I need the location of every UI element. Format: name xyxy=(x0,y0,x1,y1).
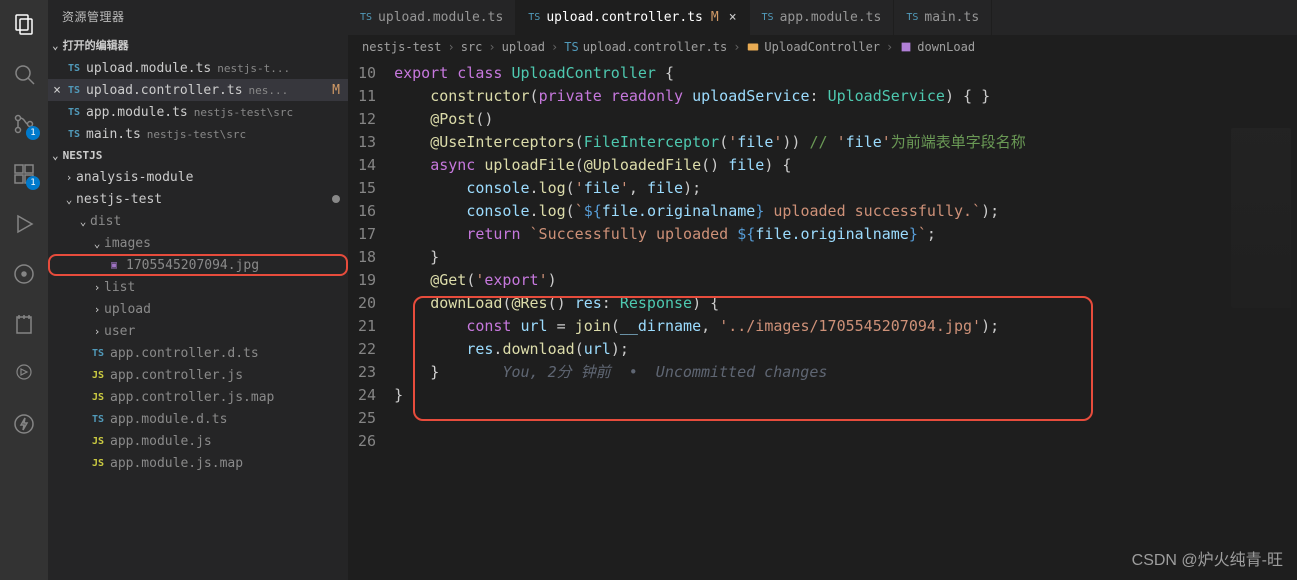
ts-icon: TS xyxy=(762,12,774,23)
code-editor[interactable]: 1011121314151617181920212223242526 expor… xyxy=(348,58,1297,580)
folder-item[interactable]: ⌄images xyxy=(48,232,348,254)
open-editor-item[interactable]: TSapp.module.tsnestjs-test\src xyxy=(48,101,348,123)
file-item[interactable]: JSapp.controller.js.map xyxy=(48,386,348,408)
ts-icon: TS xyxy=(66,60,82,76)
bolt-icon[interactable] xyxy=(10,410,38,438)
activity-bar: 1 1 xyxy=(0,0,48,580)
file-item[interactable]: ▣1705545207094.jpg xyxy=(48,254,348,276)
source-control-icon[interactable]: 1 xyxy=(10,110,38,138)
explorer-icon[interactable] xyxy=(10,10,38,38)
minimap[interactable] xyxy=(1231,128,1291,308)
folder-item[interactable]: ⌄dist xyxy=(48,210,348,232)
editor-area: TSupload.module.tsTSupload.controller.ts… xyxy=(348,0,1297,580)
file-item[interactable]: JSapp.module.js.map xyxy=(48,452,348,474)
open-editor-item[interactable]: ×TSupload.controller.tsnes...M xyxy=(48,79,348,101)
folder-item[interactable]: ›list xyxy=(48,276,348,298)
editor-tab[interactable]: TSapp.module.ts xyxy=(750,0,895,35)
ts-icon: TS xyxy=(66,126,82,142)
watermark: CSDN @炉火纯青-旺 xyxy=(1132,546,1283,570)
ts-icon: TS xyxy=(90,411,106,427)
ts-icon: TS xyxy=(360,12,372,23)
openai-icon[interactable] xyxy=(10,360,38,388)
js-icon: JS xyxy=(90,433,106,449)
js-icon: JS xyxy=(90,455,106,471)
open-editor-item[interactable]: TSmain.tsnestjs-test\src xyxy=(48,123,348,145)
breadcrumb[interactable]: nestjs-test› src› upload› TSupload.contr… xyxy=(348,36,1297,58)
extensions-icon[interactable]: 1 xyxy=(10,160,38,188)
folder-item[interactable]: ›user xyxy=(48,320,348,342)
ext-badge: 1 xyxy=(26,176,40,190)
search-icon[interactable] xyxy=(10,60,38,88)
js-icon: JS xyxy=(90,367,106,383)
ts-icon: TS xyxy=(66,104,82,120)
editor-tab[interactable]: TSupload.module.ts xyxy=(348,0,516,35)
ts-icon: TS xyxy=(906,12,918,23)
file-item[interactable]: JSapp.module.js xyxy=(48,430,348,452)
folder-item[interactable]: ⌄nestjs-test xyxy=(48,188,348,210)
js-icon: JS xyxy=(90,389,106,405)
image-icon: ▣ xyxy=(106,257,122,273)
ts-icon: TS xyxy=(528,12,540,23)
folder-item[interactable]: ›analysis-module xyxy=(48,166,348,188)
close-icon[interactable]: × xyxy=(48,83,66,98)
editor-tabs: TSupload.module.tsTSupload.controller.ts… xyxy=(348,0,1297,36)
folder-item[interactable]: ›upload xyxy=(48,298,348,320)
file-item[interactable]: TSapp.controller.d.ts xyxy=(48,342,348,364)
editor-tab[interactable]: TSupload.controller.tsM× xyxy=(516,0,749,35)
open-editors-section[interactable]: ⌄打开的编辑器 xyxy=(48,33,348,57)
open-editor-item[interactable]: TSupload.module.tsnestjs-t... xyxy=(48,57,348,79)
ts-icon: TS xyxy=(90,345,106,361)
note-icon[interactable] xyxy=(10,310,38,338)
scm-badge: 1 xyxy=(26,126,40,140)
workspace-section[interactable]: ⌄NESTJS xyxy=(48,145,348,166)
run-debug-icon[interactable] xyxy=(10,210,38,238)
close-icon[interactable]: × xyxy=(729,10,737,25)
ts-icon: TS xyxy=(66,82,82,98)
file-item[interactable]: JSapp.controller.js xyxy=(48,364,348,386)
file-item[interactable]: TSapp.module.d.ts xyxy=(48,408,348,430)
editor-tab[interactable]: TSmain.ts xyxy=(894,0,992,35)
sidebar-title: 资源管理器 xyxy=(48,0,348,33)
timeline-icon[interactable] xyxy=(10,260,38,288)
sidebar: 资源管理器 ⌄打开的编辑器 TSupload.module.tsnestjs-t… xyxy=(48,0,348,580)
dirty-dot xyxy=(332,195,340,203)
